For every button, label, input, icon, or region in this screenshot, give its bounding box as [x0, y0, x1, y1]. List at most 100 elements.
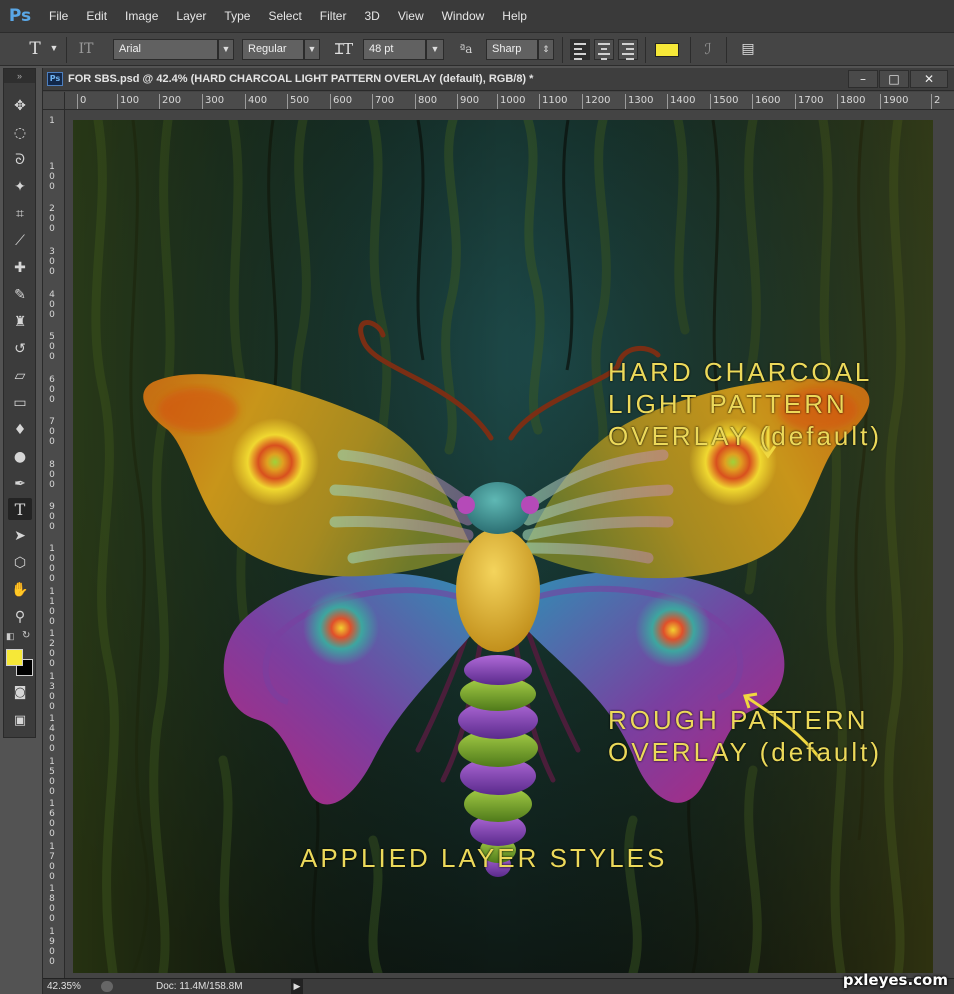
foreground-color-swatch[interactable]	[6, 649, 23, 666]
path-selection-tool-icon[interactable]: ➤	[8, 525, 32, 547]
stamp-tool-icon[interactable]: ♜	[8, 311, 32, 333]
ruler-tick: 1400	[667, 94, 695, 109]
align-center-button[interactable]	[594, 39, 614, 60]
close-button[interactable]: ✕	[910, 70, 948, 88]
ruler-tick: 300	[202, 94, 224, 109]
character-panel-icon[interactable]: ▤	[736, 39, 760, 60]
ruler-tick: 100	[117, 94, 139, 109]
menu-filter[interactable]: Filter	[311, 0, 356, 32]
hand-tool-icon[interactable]: ✋	[8, 579, 32, 601]
ruler-tick: 1000	[497, 94, 525, 109]
ruler-tick: 8 0 0	[49, 460, 55, 490]
thorax	[456, 528, 540, 652]
type-tool-preset-icon[interactable]: T	[24, 39, 46, 60]
tools-panel: » ✥ ◌ ᘐ ✦ ⌗ ⟋ ✚ ✎ ♜ ↺ ▱ ▭ ♦ ● ✒ T ➤ ⬡ ✋ …	[3, 68, 36, 738]
vertical-ruler[interactable]: 1 1 0 0 2 0 0 3 0 0 4 0 0 5 0 0 6 0 0 7 …	[43, 110, 65, 978]
text-color-swatch[interactable]	[655, 43, 679, 57]
minimize-button[interactable]: –	[848, 70, 878, 88]
ruler-tick: 1300	[625, 94, 653, 109]
menu-layer[interactable]: Layer	[167, 0, 215, 32]
annotation-line: OVERLAY (default)	[608, 737, 883, 767]
menu-image[interactable]: Image	[116, 0, 167, 32]
font-style-dropdown-icon[interactable]: ▼	[304, 39, 320, 60]
type-tool-icon[interactable]: T	[8, 498, 32, 520]
separator	[726, 37, 727, 63]
zoom-level[interactable]: 42.35%	[47, 979, 81, 994]
text-orientation-toggle-icon[interactable]: IT	[74, 39, 98, 60]
ruler-tick: 1500	[710, 94, 738, 109]
shape-tool-icon[interactable]: ⬡	[8, 552, 32, 574]
ruler-tick: 1900	[880, 94, 908, 109]
menu-type[interactable]: Type	[215, 0, 259, 32]
status-info-icon[interactable]	[101, 981, 113, 992]
annotation-line: LIGHT PATTERN	[608, 389, 848, 419]
ruler-tick: 1100	[539, 94, 567, 109]
menu-view[interactable]: View	[389, 0, 433, 32]
ruler-tick: 1 6 0 0	[49, 799, 55, 839]
separator	[66, 37, 67, 63]
font-family-dropdown-icon[interactable]: ▼	[218, 39, 234, 60]
status-menu-arrow-icon[interactable]: ▶	[291, 979, 303, 994]
align-left-button[interactable]	[570, 39, 590, 60]
menu-file[interactable]: File	[40, 0, 77, 32]
anti-alias-dropdown-icon[interactable]: ⇕	[538, 39, 554, 60]
ruler-tick: 1 4 0 0	[49, 714, 55, 754]
status-bar: 42.35% Doc: 11.4M/158.8M ▶	[43, 978, 954, 994]
zoom-tool-icon[interactable]: ⚲	[8, 606, 32, 628]
eraser-tool-icon[interactable]: ▱	[8, 365, 32, 387]
ruler-tick: 1 3 0 0	[49, 672, 55, 712]
tools-panel-grip-icon[interactable]: »	[4, 69, 35, 83]
pen-tool-icon[interactable]: ✒	[8, 473, 32, 495]
document-title: FOR SBS.psd @ 42.4% (HARD CHARCOAL LIGHT…	[68, 73, 534, 85]
ruler-tick: 1700	[795, 94, 823, 109]
font-size-dropdown-icon[interactable]: ▼	[426, 39, 444, 60]
warp-text-icon[interactable]: ℐ	[697, 39, 719, 60]
lasso-tool-icon[interactable]: ᘐ	[8, 149, 32, 171]
ruler-origin[interactable]	[43, 92, 65, 110]
ruler-tick: 400	[245, 94, 267, 109]
default-colors-icon[interactable]: ◧	[6, 631, 18, 641]
brush-tool-icon[interactable]: ✎	[8, 284, 32, 306]
menu-edit[interactable]: Edit	[77, 0, 116, 32]
ruler-tick: 4 0 0	[49, 290, 55, 320]
screen-mode-icon[interactable]: ▣	[8, 709, 32, 731]
anti-alias-field[interactable]: Sharp	[486, 39, 538, 60]
crop-tool-icon[interactable]: ⌗	[8, 203, 32, 225]
document-canvas[interactable]: HARD CHARCOAL LIGHT PATTERN OVERLAY (def…	[73, 120, 933, 973]
separator	[562, 37, 563, 63]
marquee-tool-icon[interactable]: ◌	[8, 122, 32, 144]
document-title-bar[interactable]: Ps FOR SBS.psd @ 42.4% (HARD CHARCOAL LI…	[43, 68, 954, 91]
healing-brush-tool-icon[interactable]: ✚	[8, 257, 32, 279]
quick-mask-icon[interactable]: ◙	[8, 681, 32, 703]
history-brush-tool-icon[interactable]: ↺	[8, 338, 32, 360]
dodge-tool-icon[interactable]: ●	[8, 446, 32, 468]
ruler-tick: 5 0 0	[49, 332, 55, 362]
magic-wand-tool-icon[interactable]: ✦	[8, 176, 32, 198]
menu-select[interactable]: Select	[259, 0, 310, 32]
annotation-line: OVERLAY (default)	[608, 421, 883, 451]
document-ps-icon: Ps	[47, 72, 63, 86]
photoshop-logo: Ps	[8, 6, 32, 26]
ruler-tick: 1 7 0 0	[49, 842, 55, 882]
annotation-hard-charcoal: HARD CHARCOAL LIGHT PATTERN OVERLAY (def…	[608, 356, 882, 452]
maximize-button[interactable]: □	[879, 70, 909, 88]
font-style-field[interactable]: Regular	[242, 39, 304, 60]
gradient-tool-icon[interactable]: ▭	[8, 392, 32, 414]
annotation-line: ROUGH PATTERN	[608, 705, 869, 735]
swap-colors-icon[interactable]: ↻	[22, 630, 34, 641]
menu-window[interactable]: Window	[433, 0, 494, 32]
tool-preset-dropdown-arrow-icon[interactable]: ▼	[48, 39, 60, 60]
font-size-field[interactable]: 48 pt	[363, 39, 426, 60]
document-size: Doc: 11.4M/158.8M	[156, 981, 243, 992]
menu-help[interactable]: Help	[493, 0, 536, 32]
align-right-button[interactable]	[618, 39, 638, 60]
ruler-tick: 900	[457, 94, 479, 109]
font-family-field[interactable]: Arial	[113, 39, 218, 60]
blur-tool-icon[interactable]: ♦	[8, 419, 32, 441]
menu-bar: Ps File Edit Image Layer Type Select Fil…	[0, 0, 954, 32]
horizontal-ruler[interactable]: 0 100 200 300 400 500 600 700 800 900 10…	[65, 92, 954, 110]
eyedropper-tool-icon[interactable]: ⟋	[8, 230, 32, 252]
move-tool-icon[interactable]: ✥	[8, 95, 32, 117]
menu-3d[interactable]: 3D	[355, 0, 388, 32]
ruler-tick: 1 0 0 0	[49, 544, 55, 584]
